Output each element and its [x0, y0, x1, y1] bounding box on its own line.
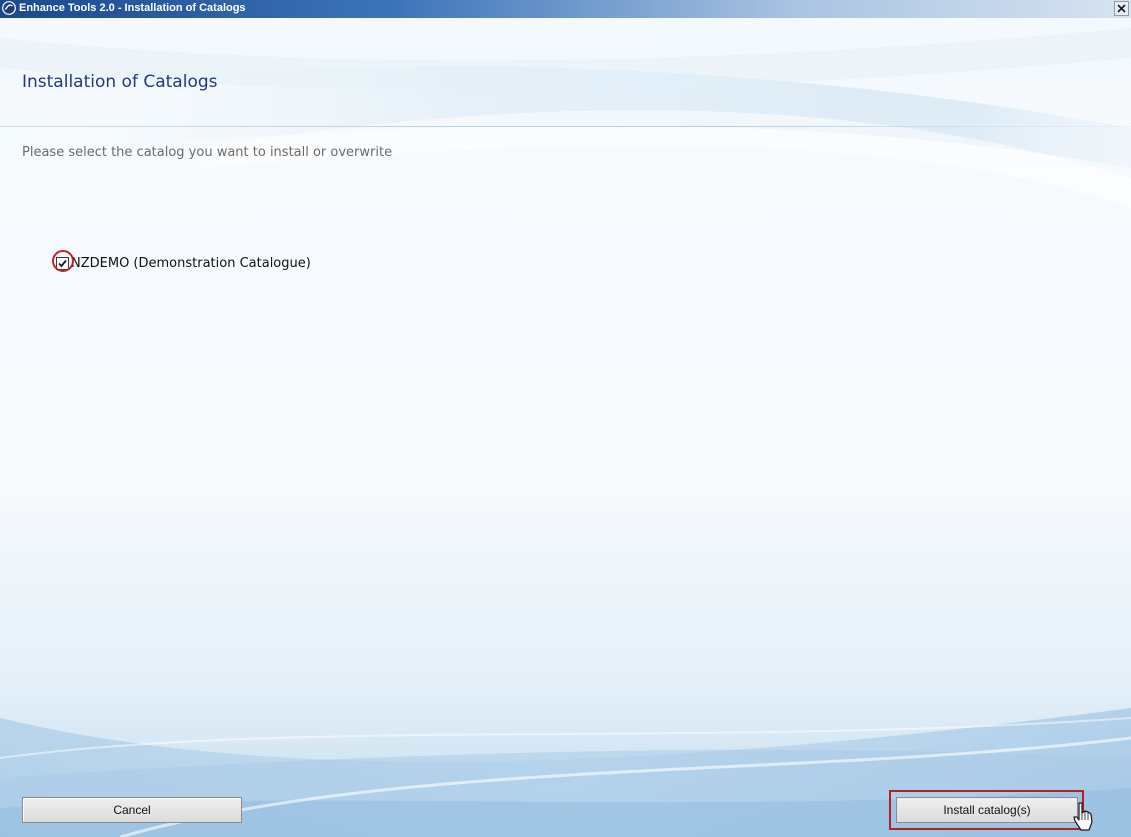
close-button[interactable] — [1114, 1, 1129, 16]
window-title: Enhance Tools 2.0 - Installation of Cata… — [19, 2, 246, 14]
app-logo-icon — [2, 1, 16, 15]
title-bar: Enhance Tools 2.0 - Installation of Cata… — [0, 0, 1131, 18]
header-divider — [0, 126, 1131, 127]
background-swoosh — [0, 18, 1131, 837]
installer-window: Enhance Tools 2.0 - Installation of Cata… — [0, 0, 1131, 837]
catalog-option-nzdemo[interactable]: NZDEMO (Demonstration Catalogue) — [56, 254, 311, 272]
catalog-label: NZDEMO (Demonstration Catalogue) — [71, 255, 311, 271]
page-title: Installation of Catalogs — [22, 72, 218, 92]
install-catalogs-button[interactable]: Install catalog(s) — [896, 797, 1078, 823]
content-area — [0, 18, 1131, 837]
instruction-text: Please select the catalog you want to in… — [22, 145, 393, 160]
catalog-checkbox[interactable] — [56, 256, 69, 270]
checkmark-icon — [58, 259, 67, 267]
close-icon — [1117, 4, 1126, 13]
cancel-button[interactable]: Cancel — [22, 797, 242, 823]
